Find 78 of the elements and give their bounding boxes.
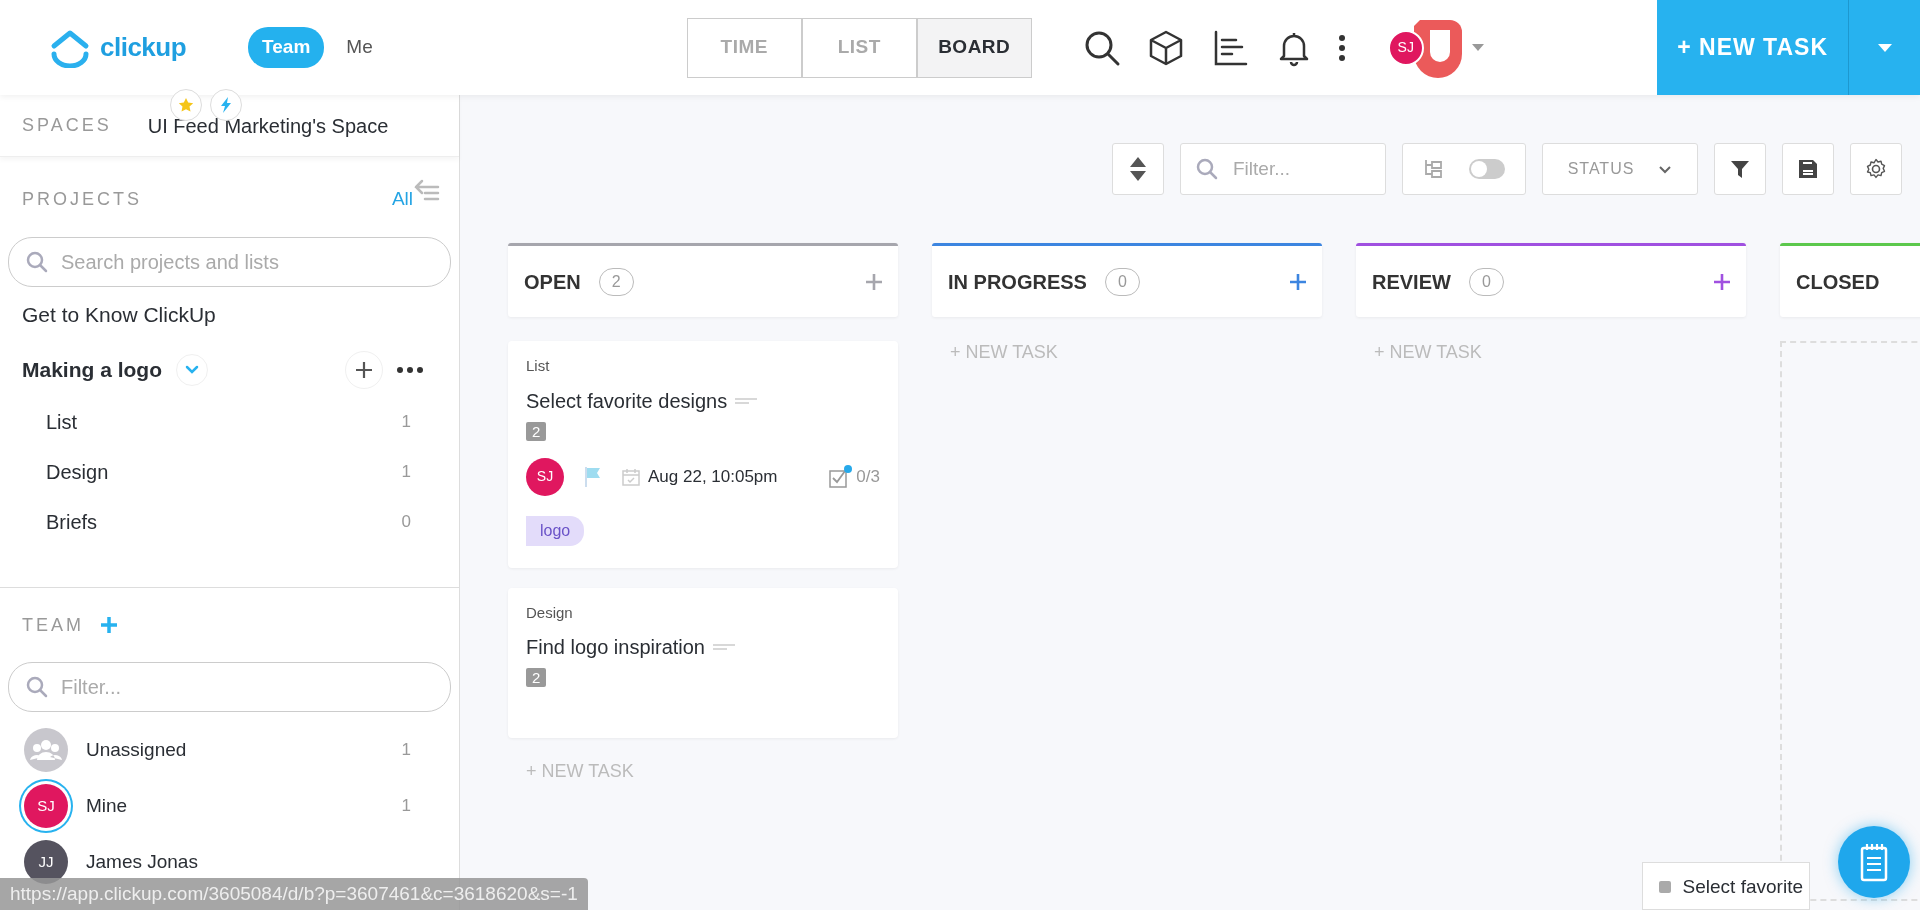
search-icon xyxy=(1196,158,1218,180)
collapse-sidebar-icon[interactable] xyxy=(413,177,441,201)
plus-icon[interactable] xyxy=(100,616,118,634)
sort-icon xyxy=(1129,156,1147,182)
task-card[interactable]: Design Find logo inspiration 2 xyxy=(508,587,898,738)
search-icon xyxy=(26,251,48,273)
sort-button[interactable] xyxy=(1112,143,1164,195)
filter-button[interactable] xyxy=(1714,143,1766,195)
plus-icon[interactable] xyxy=(866,273,882,290)
settings-button[interactable] xyxy=(1850,143,1902,195)
member-name[interactable]: Unassigned xyxy=(86,735,187,765)
list-name[interactable]: Design xyxy=(46,457,109,487)
description-icon xyxy=(735,397,758,404)
chevron-down-icon xyxy=(185,365,199,374)
logo-text: clickup xyxy=(100,31,187,64)
calendar-icon[interactable] xyxy=(622,467,640,486)
filter-field[interactable]: Filter... xyxy=(1180,143,1386,195)
tag[interactable]: logo xyxy=(526,515,585,546)
due-date[interactable]: Aug 22, 10:05pm xyxy=(648,463,778,490)
list-name[interactable]: Briefs xyxy=(46,507,98,537)
scope-tab[interactable]: Me xyxy=(332,27,387,68)
plus-icon[interactable] xyxy=(1290,273,1306,290)
section-label: TEAM xyxy=(22,613,84,637)
subtasks-toggle[interactable] xyxy=(1469,159,1505,179)
task-title[interactable]: Find logo inspiration xyxy=(526,632,705,662)
column-title: REVIEW xyxy=(1372,269,1451,295)
search-field[interactable]: Search projects and lists xyxy=(8,237,451,287)
checklist-count: 0/3 xyxy=(856,465,880,488)
caret-down-icon xyxy=(1877,43,1892,53)
avatar[interactable]: SJ xyxy=(526,457,564,496)
plus-icon xyxy=(355,360,373,379)
task-card[interactable]: List Select favorite designs 2 SJ Aug 22, 10:05pm 0/3 logo xyxy=(508,341,898,568)
expand-toggle[interactable] xyxy=(176,353,208,386)
task-count: 1 xyxy=(401,461,411,484)
status-square-icon xyxy=(1658,880,1671,893)
task-count: 1 xyxy=(401,411,411,434)
column-title: CLOSED xyxy=(1796,269,1880,295)
save-icon xyxy=(1797,158,1819,180)
section-label: SPACES xyxy=(22,114,112,137)
filter-icon xyxy=(1729,158,1751,180)
avatar[interactable]: SJ xyxy=(1387,29,1424,66)
more-options-icon[interactable] xyxy=(397,366,423,373)
task-title[interactable]: Select favorite designs xyxy=(526,385,728,416)
project-name[interactable]: Get to Know ClickUp xyxy=(22,298,216,331)
space-name[interactable]: UI Feed Marketing's Space xyxy=(147,110,389,141)
member-name[interactable]: James Jonas xyxy=(86,847,198,877)
column-title: IN PROGRESS xyxy=(948,269,1087,295)
view-tab[interactable]: BOARD xyxy=(916,17,1032,78)
task-title: Select favorite xyxy=(1682,874,1803,899)
list-name: List xyxy=(526,356,551,376)
task-count: 1 xyxy=(401,795,411,818)
member-name[interactable]: Mine xyxy=(86,791,128,821)
description-icon xyxy=(713,644,735,650)
section-label: PROJECTS xyxy=(22,187,142,211)
list-name[interactable]: List xyxy=(46,407,78,437)
checklist-icon[interactable] xyxy=(828,464,853,489)
chevron-down-icon xyxy=(1658,164,1673,174)
status-url: https://app.clickup.com/3605084/d/b?p=3607461&c=3618620&s=-1 xyxy=(0,877,588,910)
column-title: OPEN xyxy=(524,269,581,295)
settings-icon xyxy=(1865,158,1887,180)
project-name[interactable]: Making a logo xyxy=(22,353,162,386)
task-count: 0 xyxy=(401,511,411,534)
group-avatar-icon[interactable] xyxy=(24,728,68,772)
filter-field[interactable]: Filter... xyxy=(8,662,451,712)
list-name: Design xyxy=(526,602,574,623)
lightning-icon xyxy=(220,97,233,114)
add-button[interactable] xyxy=(345,350,383,389)
caret-down-icon[interactable] xyxy=(1471,43,1484,52)
kebab-menu-icon[interactable] xyxy=(1337,33,1346,62)
search-icon xyxy=(26,676,48,698)
plus-icon[interactable] xyxy=(1714,273,1730,290)
notepad-button[interactable] xyxy=(1838,826,1910,898)
save-button[interactable] xyxy=(1782,143,1834,195)
star-icon xyxy=(178,97,195,114)
flag-icon[interactable] xyxy=(584,465,602,488)
notepad-icon xyxy=(1859,842,1889,882)
subtask-tree-icon xyxy=(1423,158,1445,180)
task-count: 1 xyxy=(401,739,411,762)
